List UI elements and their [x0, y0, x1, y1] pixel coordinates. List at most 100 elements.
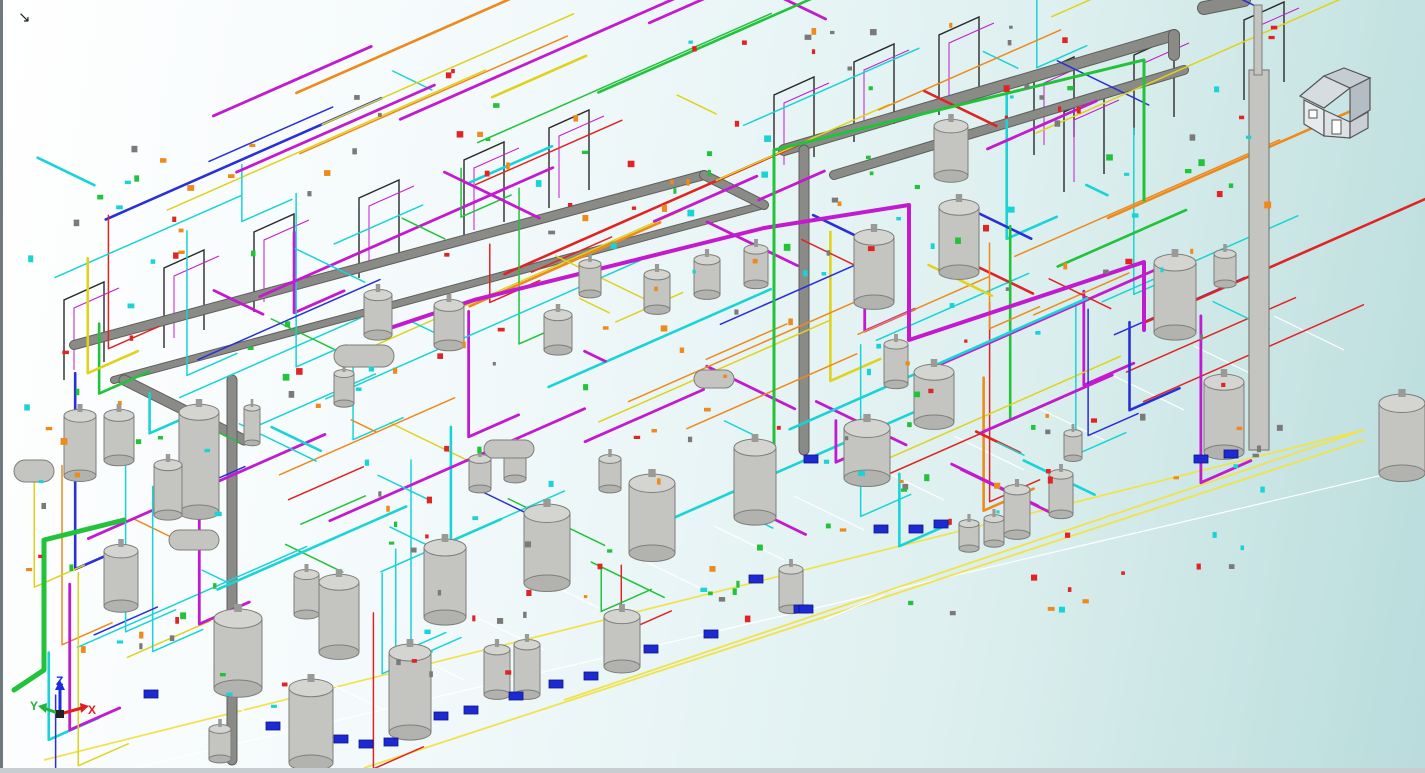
tall-column: [1248, 69, 1270, 451]
valve: [764, 135, 772, 142]
valve: [80, 646, 86, 653]
valve: [1252, 453, 1259, 458]
vessel: [693, 249, 721, 300]
valve: [844, 436, 849, 441]
pipe-run: [211, 45, 373, 118]
pump: [703, 629, 719, 639]
valve: [74, 472, 81, 478]
vessel-body: [1378, 402, 1425, 474]
horizontal-drum: [13, 459, 55, 483]
status-strip: [0, 768, 1425, 773]
valve: [582, 214, 589, 222]
valve: [869, 29, 877, 36]
valve: [250, 250, 256, 257]
vessel: [933, 114, 969, 183]
pipe-run: [54, 195, 242, 279]
steel-frame: [548, 108, 590, 208]
vessel: [513, 634, 541, 700]
vessel-body: [153, 464, 183, 516]
valve: [393, 521, 398, 528]
rack-pipe: [700, 171, 768, 209]
valve: [839, 528, 847, 532]
grid-line: [1113, 375, 1185, 411]
valve: [116, 205, 123, 210]
valve: [1264, 201, 1272, 209]
valve: [1184, 168, 1192, 174]
valve: [1103, 269, 1109, 274]
valve: [907, 422, 912, 428]
valve: [1063, 262, 1068, 270]
pipe-run: [476, 12, 772, 144]
valve: [124, 180, 131, 185]
valve: [899, 479, 904, 483]
valve: [706, 151, 713, 157]
valve: [378, 491, 382, 497]
valve: [670, 179, 674, 185]
pipe-run: [467, 310, 521, 439]
vessel-bottom: [423, 609, 467, 626]
corner-arrow-icon[interactable]: ↘: [18, 8, 31, 26]
vessel-bottom: [643, 304, 671, 315]
valve: [633, 435, 641, 439]
vessel: [293, 564, 320, 620]
valve: [949, 303, 955, 309]
vessel: [318, 569, 360, 660]
vessel-nozzle: [648, 469, 656, 477]
vessel-body: [388, 652, 432, 734]
valve: [28, 255, 34, 263]
valve: [116, 640, 124, 644]
vessel-bottom: [933, 169, 969, 183]
vessel-nozzle: [234, 604, 242, 612]
pipe-run: [86, 256, 140, 375]
valve: [150, 259, 156, 264]
valve: [867, 246, 875, 252]
valve: [686, 179, 690, 186]
valve: [994, 482, 1001, 489]
drum-body: [13, 459, 55, 483]
valve: [823, 459, 830, 464]
process-vessels: [13, 4, 1425, 768]
valve: [651, 428, 657, 433]
plant-model[interactable]: [4, 0, 1425, 768]
axis-triad: Z X Y: [30, 676, 96, 718]
valve: [288, 390, 295, 398]
vessel: [1153, 249, 1197, 341]
horizontal-drum: [168, 529, 220, 551]
vessel-body: [1203, 381, 1245, 453]
valve: [172, 216, 177, 223]
pipe-run: [295, 0, 511, 95]
pipe-run: [299, 35, 569, 155]
valve: [281, 682, 288, 687]
valve: [826, 250, 831, 256]
valve: [948, 518, 952, 525]
vessel-bottom: [1063, 454, 1083, 462]
valve: [1057, 106, 1062, 113]
valve: [1045, 413, 1049, 418]
vessel-nozzle: [588, 254, 592, 262]
pump: [908, 524, 924, 534]
valve: [1047, 606, 1055, 611]
valve: [1067, 85, 1074, 91]
valve: [757, 544, 763, 551]
valve: [1047, 476, 1053, 484]
valve: [1005, 287, 1009, 291]
valve: [865, 155, 871, 160]
3d-plant-viewport[interactable]: ↘ Z X Y: [4, 0, 1425, 768]
pump: [1223, 449, 1239, 459]
valve: [1106, 154, 1113, 161]
vessel-nozzle: [543, 499, 551, 507]
valve: [354, 95, 360, 100]
valve: [803, 270, 808, 277]
valve: [896, 217, 901, 221]
pipe-run: [287, 466, 365, 501]
valve: [928, 388, 934, 394]
pipe-run: [352, 362, 404, 441]
house-view-cube-icon[interactable]: [1294, 66, 1376, 140]
pipe-run: [583, 349, 607, 363]
grid-line: [1273, 315, 1345, 351]
valve: [1268, 35, 1275, 40]
valve: [1233, 464, 1239, 468]
valve: [1173, 476, 1180, 480]
vessel-bottom: [733, 509, 777, 526]
vessel: [743, 239, 769, 290]
